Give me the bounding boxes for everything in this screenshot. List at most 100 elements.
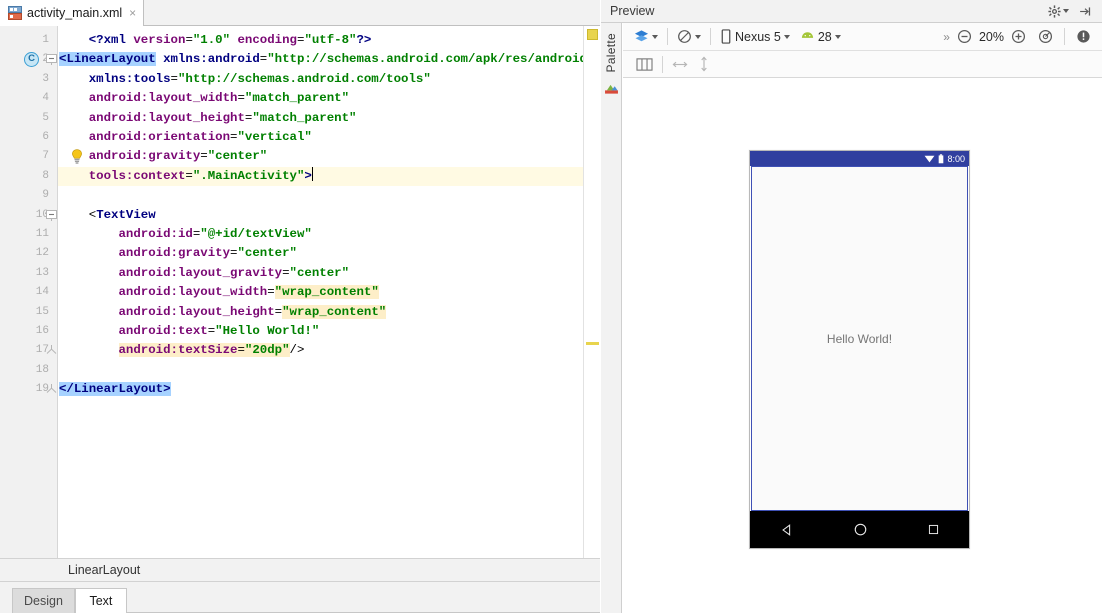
code-token [156,52,163,66]
code-token [59,324,119,338]
code-line[interactable]: <TextView [59,206,582,225]
layers-button[interactable] [629,26,663,48]
code-token [59,305,119,319]
code-token [59,169,89,183]
code-line[interactable] [59,361,582,380]
layers-icon [634,29,649,44]
columns-button[interactable] [631,53,658,75]
zoom-fit-button[interactable] [1033,26,1058,48]
height-button[interactable] [693,53,715,75]
chevron-down-icon [695,35,701,39]
gear-icon[interactable] [1048,5,1069,18]
code-token: ?> [357,33,372,47]
hide-panel-icon[interactable] [1078,5,1092,18]
toolbar-separator [710,28,711,45]
code-folding-strip[interactable] [44,26,58,558]
device-screen-content[interactable]: Hello World! [751,166,968,511]
code-line[interactable]: android:layout_width="wrap_content" [59,283,582,302]
zoom-out-button[interactable] [952,26,977,48]
warning-marker[interactable] [587,29,598,40]
palette-rail[interactable]: Palette [601,23,622,613]
preview-toolbar-primary: Nexus 5 28 » [623,23,1102,51]
device-navigation-bar [750,511,969,548]
code-token: android:layout_height [119,305,275,319]
code-token: "wrap_content" [282,305,386,319]
code-token: "match_parent" [252,111,356,125]
code-token: > [304,169,311,183]
fold-collapse-icon[interactable] [46,54,57,65]
editor-mode-tabs: Design Text [0,582,600,613]
code-line[interactable]: tools:context=".MainActivity"> [59,167,582,186]
tab-design-label: Design [24,594,63,608]
code-line[interactable]: android:layout_width="match_parent" [59,89,582,108]
code-token: = [185,169,192,183]
editor-pane: activity_main.xml × 12345678910111213141… [0,0,600,613]
toolbar-overflow-button[interactable]: » [943,30,950,44]
code-token [59,130,89,144]
code-token: > [163,382,170,396]
code-line[interactable]: <LinearLayout xmlns:android="http://sche… [59,50,582,69]
zoom-level-label: 20% [979,30,1004,44]
code-token: = [267,285,274,299]
device-selector[interactable]: Nexus 5 [715,26,795,48]
code-token [59,246,119,260]
code-text-area[interactable]: <?xml version="1.0" encoding="utf-8"?><L… [59,26,582,558]
device-label: Nexus 5 [735,30,781,44]
code-line[interactable]: android:orientation="vertical" [59,128,582,147]
android-icon [800,31,815,42]
width-button[interactable] [667,53,693,75]
code-line[interactable]: android:gravity="center" [59,244,582,263]
api-level-label: 28 [818,30,832,44]
back-triangle-icon[interactable] [780,523,794,537]
code-editor[interactable]: 12345678910111213141516171819 <?xml vers… [0,26,600,558]
code-line[interactable]: android:textSize="20dp"/> [59,341,582,360]
code-token: </ [59,382,74,396]
home-circle-icon[interactable] [853,522,868,537]
status-time: 8:00 [947,154,965,164]
fold-end-icon[interactable] [46,384,57,395]
code-line[interactable] [59,186,582,205]
api-level-selector[interactable]: 28 [795,26,846,48]
code-token: android:text [119,324,208,338]
code-line[interactable]: android:id="@+id/textView" [59,225,582,244]
fold-collapse-icon[interactable] [46,210,57,221]
code-token [59,208,89,222]
zoom-fit-icon [1038,29,1053,44]
palette-label: Palette [604,33,618,72]
preview-title-bar: Preview [601,0,1102,23]
code-line[interactable]: android:gravity="center" [59,147,582,166]
zoom-in-icon [1011,29,1026,44]
editor-tab-activity-main-xml[interactable]: activity_main.xml × [0,0,144,26]
info-button[interactable] [1071,26,1096,48]
warning-stripe-mark[interactable] [586,342,599,345]
close-icon[interactable]: × [129,7,136,19]
lightbulb-icon[interactable] [71,149,83,164]
code-line[interactable]: android:layout_height="match_parent" [59,109,582,128]
tab-text[interactable]: Text [75,588,127,613]
chevron-down-icon [652,35,658,39]
zoom-in-button[interactable] [1006,26,1031,48]
tab-text-label: Text [89,594,112,608]
preview-canvas[interactable]: 8:00 Hello World! [623,78,1102,613]
code-token [59,33,89,47]
breadcrumb[interactable]: LinearLayout [0,558,600,582]
code-line[interactable]: android:text="Hello World!" [59,322,582,341]
code-token [230,33,237,47]
device-preview[interactable]: 8:00 Hello World! [749,150,970,549]
code-line[interactable]: android:layout_height="wrap_content" [59,303,582,322]
code-token: android:layout_width [89,91,238,105]
code-line[interactable]: <?xml version="1.0" encoding="utf-8"?> [59,31,582,50]
toolbar-separator [662,56,663,73]
theme-button[interactable] [672,26,706,48]
code-token: <?xml [89,33,126,47]
tab-design[interactable]: Design [12,588,75,613]
code-token: = [171,72,178,86]
code-line[interactable]: android:layout_gravity="center" [59,264,582,283]
recents-square-icon[interactable] [927,523,940,536]
fold-end-icon[interactable] [46,345,57,356]
code-line[interactable]: </LinearLayout> [59,380,582,399]
editor-marker-stripe[interactable] [583,26,600,558]
code-token: "http://schemas.android.com/apk/res/andr… [267,52,594,66]
code-token: android:textSize [119,343,238,357]
code-line[interactable]: xmlns:tools="http://schemas.android.com/… [59,70,582,89]
